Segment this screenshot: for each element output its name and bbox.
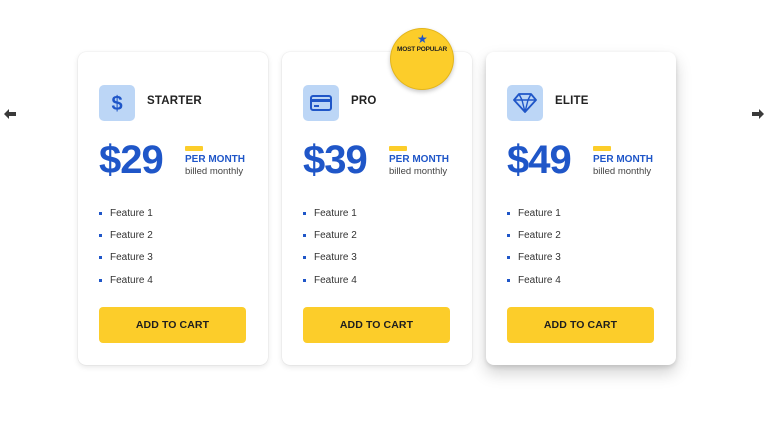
feature-label: Feature 3	[314, 252, 357, 264]
feature-label: Feature 4	[518, 274, 561, 286]
bullet-icon	[303, 278, 306, 282]
next-arrow-button[interactable]	[750, 106, 766, 122]
feature-list: Feature 1 Feature 2 Feature 3 Feature 4	[303, 202, 357, 291]
feature-label: Feature 2	[314, 229, 357, 241]
feature-item: Feature 4	[99, 269, 153, 291]
feature-item: Feature 3	[99, 247, 153, 269]
plan-price: $29	[99, 138, 164, 182]
credit-card-icon	[303, 85, 339, 121]
price-billing: billed monthly	[389, 166, 448, 177]
bullet-icon	[303, 233, 306, 237]
plan-name: STARTER	[147, 95, 202, 107]
price-billing: billed monthly	[185, 166, 244, 177]
feature-item: Feature 2	[303, 224, 357, 246]
plan-name: ELITE	[555, 95, 589, 107]
feature-label: Feature 2	[518, 229, 561, 241]
feature-item: Feature 2	[99, 224, 153, 246]
add-to-cart-button[interactable]: ADD TO CART	[99, 307, 246, 343]
feature-label: Feature 4	[110, 274, 153, 286]
plan-price: $39	[303, 138, 368, 182]
add-to-cart-button[interactable]: ADD TO CART	[507, 307, 654, 343]
prev-arrow-button[interactable]	[2, 106, 18, 122]
price-billing: billed monthly	[593, 166, 652, 177]
bullet-icon	[99, 233, 102, 237]
price-accent-bar	[185, 146, 203, 151]
feature-item: Feature 2	[507, 224, 561, 246]
pricing-card-elite: ELITE $49 PER MONTH billed monthly Featu…	[486, 52, 676, 365]
price-period: PER MONTH	[593, 154, 653, 165]
feature-label: Feature 1	[110, 207, 153, 219]
arrow-left-icon	[4, 109, 16, 119]
feature-item: Feature 1	[303, 202, 357, 224]
bullet-icon	[303, 256, 306, 260]
pricing-card-pro: PRO $39 PER MONTH billed monthly Feature…	[282, 52, 472, 365]
star-icon: ★	[417, 32, 428, 46]
feature-item: Feature 3	[303, 247, 357, 269]
bullet-icon	[507, 233, 510, 237]
feature-item: Feature 3	[507, 247, 561, 269]
feature-label: Feature 3	[518, 252, 561, 264]
price-accent-bar	[389, 146, 407, 151]
bullet-icon	[507, 211, 510, 215]
feature-label: Feature 1	[518, 207, 561, 219]
bullet-icon	[99, 256, 102, 260]
add-to-cart-button[interactable]: ADD TO CART	[303, 307, 450, 343]
pricing-card-starter: $ STARTER $29 PER MONTH billed monthly F…	[78, 52, 268, 365]
plan-price: $49	[507, 138, 572, 182]
price-period: PER MONTH	[389, 154, 449, 165]
feature-item: Feature 4	[303, 269, 357, 291]
feature-list: Feature 1 Feature 2 Feature 3 Feature 4	[507, 202, 561, 291]
feature-label: Feature 1	[314, 207, 357, 219]
feature-item: Feature 1	[507, 202, 561, 224]
most-popular-badge: ★ MOST POPULAR	[390, 28, 454, 90]
feature-label: Feature 2	[110, 229, 153, 241]
feature-item: Feature 4	[507, 269, 561, 291]
bullet-icon	[507, 278, 510, 282]
bullet-icon	[507, 256, 510, 260]
plan-name: PRO	[351, 95, 377, 107]
feature-label: Feature 4	[314, 274, 357, 286]
price-period: PER MONTH	[185, 154, 245, 165]
badge-label: MOST POPULAR	[397, 46, 447, 53]
bullet-icon	[99, 211, 102, 215]
arrow-right-icon	[752, 109, 764, 119]
feature-item: Feature 1	[99, 202, 153, 224]
bullet-icon	[99, 278, 102, 282]
price-accent-bar	[593, 146, 611, 151]
feature-label: Feature 3	[110, 252, 153, 264]
dollar-icon: $	[99, 85, 135, 121]
feature-list: Feature 1 Feature 2 Feature 3 Feature 4	[99, 202, 153, 291]
diamond-icon	[507, 85, 543, 121]
svg-text:$: $	[111, 93, 122, 114]
bullet-icon	[303, 211, 306, 215]
